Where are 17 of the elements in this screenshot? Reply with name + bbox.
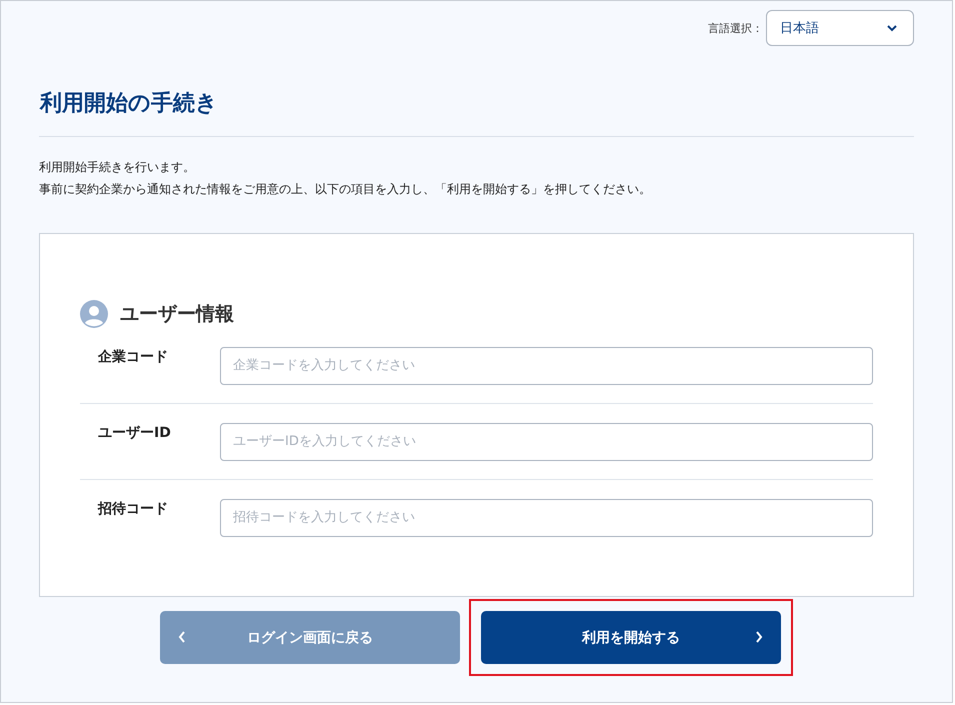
language-select[interactable]: 日本語 (766, 10, 914, 46)
start-button[interactable]: 利用を開始する (481, 611, 781, 664)
input-field[interactable]: ユーザーIDを入力してください (220, 422, 873, 460)
chevron-right-icon (755, 631, 763, 643)
user-icon (80, 300, 108, 328)
section-heading: ユーザー情報 (120, 302, 234, 327)
description-text: 利用開始手続きを行います。 (39, 159, 196, 176)
input-field[interactable]: 企業コードを入力してください (220, 346, 873, 384)
page-title: 利用開始の手続き (40, 90, 219, 118)
language-label: 言語選択： (708, 20, 763, 36)
field-label: ユーザーID (97, 424, 172, 442)
field-label: 招待コード (96, 500, 169, 518)
description-text: 事前に契約企業から通知された情報をご用意の上、以下の項目を入力し、「利用を開始する」を押してください。 (39, 181, 652, 198)
field-label: 企業コード (96, 348, 169, 366)
chevron-down-icon (886, 24, 898, 32)
chevron-left-icon (178, 631, 186, 643)
input-field[interactable]: 招待コードを入力してください (220, 498, 873, 536)
